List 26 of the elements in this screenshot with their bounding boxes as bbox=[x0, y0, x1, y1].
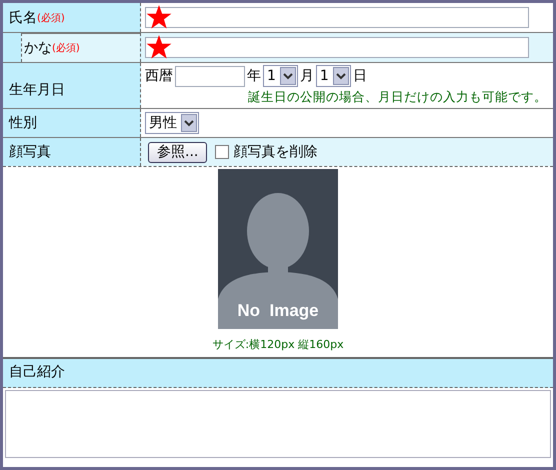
caret-icon bbox=[280, 66, 296, 86]
checkbox[interactable] bbox=[215, 145, 230, 159]
size-note: サイズ:横120px 縦160px bbox=[212, 337, 344, 352]
caret-icon bbox=[332, 66, 349, 86]
gender-dropdown[interactable]: 男性 bbox=[145, 112, 199, 134]
month-dropdown[interactable]: 1 bbox=[263, 65, 298, 87]
intro-textarea[interactable] bbox=[5, 390, 551, 458]
era-label: 西暦 bbox=[145, 67, 173, 85]
field-label: 生年月日 bbox=[8, 81, 66, 100]
text-field[interactable] bbox=[145, 7, 529, 28]
browse-button[interactable]: 参照... bbox=[148, 142, 208, 162]
avatar-placeholder-drawing: No Image bbox=[218, 169, 338, 329]
text-field[interactable] bbox=[145, 37, 529, 58]
section-header: 自己紹介 bbox=[3, 359, 553, 388]
year-field[interactable] bbox=[175, 66, 245, 86]
unit-label: 年 bbox=[247, 67, 261, 85]
field-label: 氏名(必須) bbox=[8, 8, 66, 28]
field-label: かな(必須) bbox=[21, 33, 140, 62]
hint-text: 誕生日の公開の場合、月日だけの入力も可能です。 bbox=[247, 89, 548, 106]
day-dropdown[interactable]: 1 bbox=[316, 65, 351, 87]
caret-icon bbox=[181, 113, 197, 133]
field-label: 顔写真 bbox=[8, 143, 52, 162]
unit-label: 月 bbox=[300, 67, 314, 85]
checkbox-label: 顔写真を削除 bbox=[233, 143, 318, 161]
field-label: 性別 bbox=[8, 114, 38, 133]
unit-label: 日 bbox=[352, 67, 367, 85]
